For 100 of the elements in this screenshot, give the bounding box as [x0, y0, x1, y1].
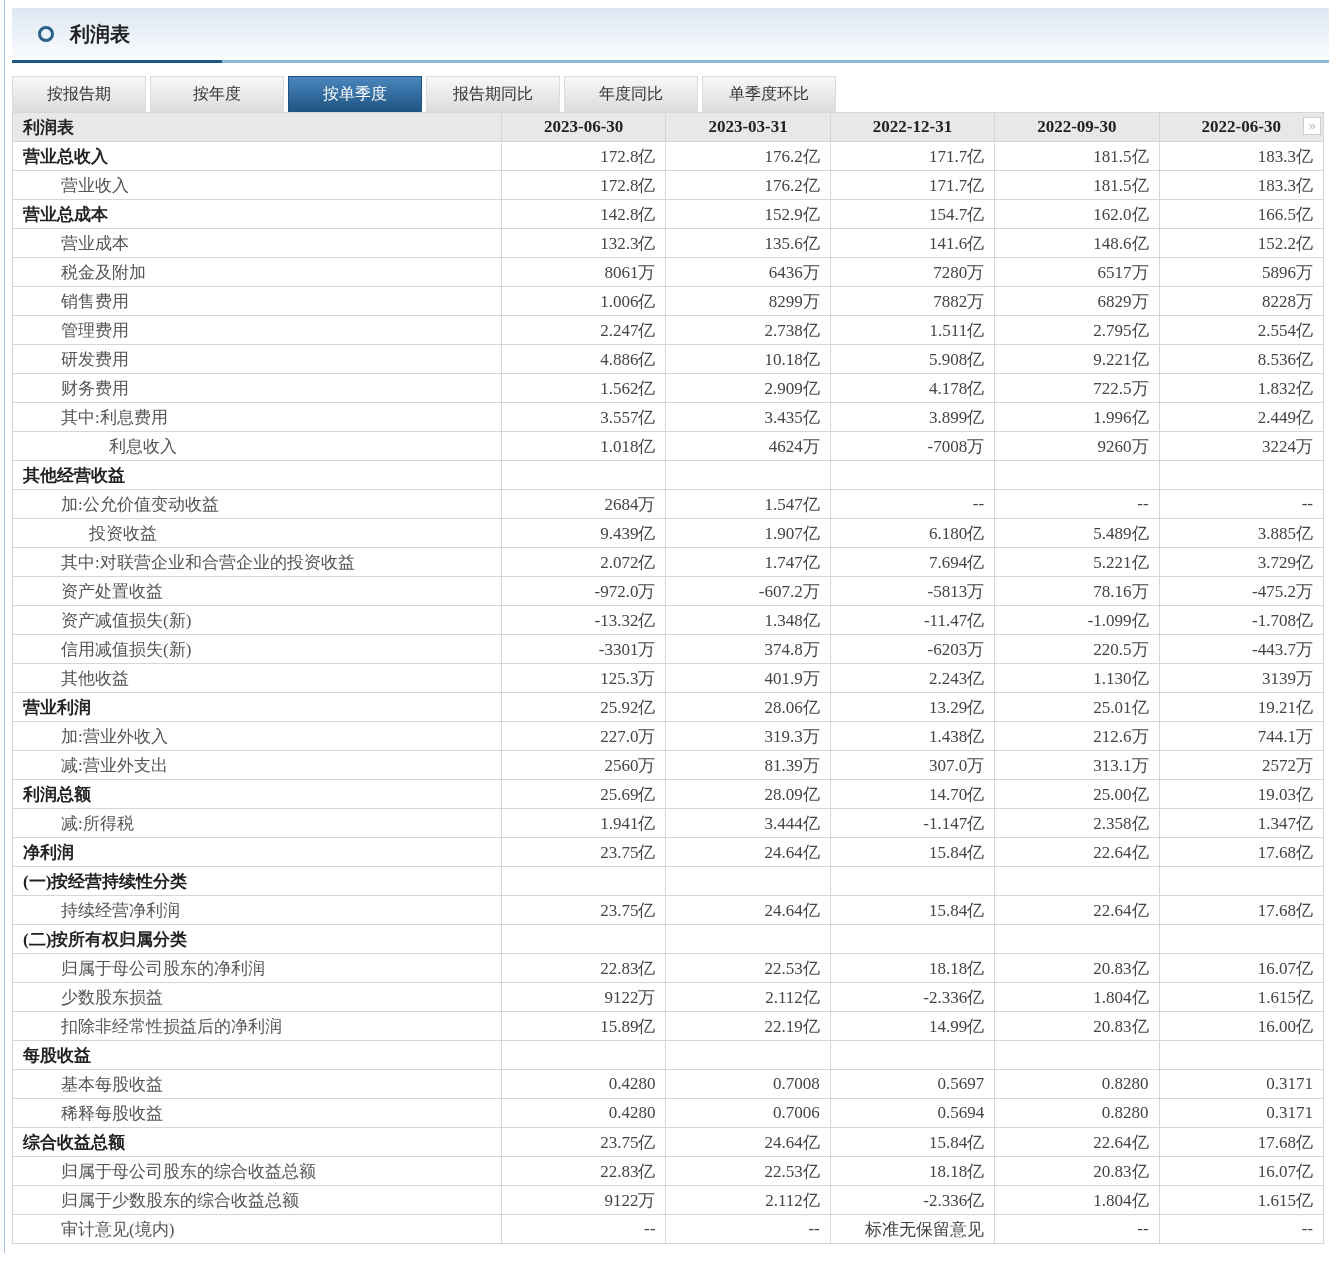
table-cell: 3.885亿 — [1159, 518, 1324, 548]
table-cell: 25.69亿 — [501, 779, 666, 809]
table-cell: 16.07亿 — [1159, 1156, 1324, 1186]
table-cell: 152.9亿 — [665, 199, 831, 229]
table-cell: 16.00亿 — [1159, 1011, 1324, 1041]
row-label: (一)按经营持续性分类 — [12, 866, 502, 896]
table-cell: 220.5万 — [994, 634, 1160, 664]
table-cell: 1.006亿 — [501, 286, 666, 316]
table-cell: 23.75亿 — [501, 895, 666, 925]
table-cell: 5.908亿 — [830, 344, 995, 374]
table-cell: -3301万 — [501, 634, 666, 664]
table-cell: 24.64亿 — [665, 895, 831, 925]
table-cell: 78.16万 — [994, 576, 1160, 606]
table-cell: 1.018亿 — [501, 431, 666, 461]
table-cell: 17.68亿 — [1159, 895, 1324, 925]
row-label: 少数股东损益 — [12, 982, 502, 1012]
table-cell: 28.06亿 — [665, 692, 831, 722]
table-cell: 20.83亿 — [994, 953, 1160, 983]
tab[interactable]: 单季度环比 — [702, 76, 836, 112]
table-cell: 14.70亿 — [830, 779, 995, 809]
table-cell: -2.336亿 — [830, 982, 995, 1012]
table-cell: 标准无保留意见 — [830, 1214, 995, 1244]
table-cell: 0.4280 — [501, 1098, 666, 1128]
table-cell: 9.221亿 — [994, 344, 1160, 374]
table-cell: -972.0万 — [501, 576, 666, 606]
table-cell: 22.53亿 — [665, 1156, 831, 1186]
row-label: 基本每股收益 — [12, 1069, 502, 1099]
table-cell: 125.3万 — [501, 663, 666, 693]
row-label: 减:营业外支出 — [12, 750, 502, 780]
table-cell: 401.9万 — [665, 663, 831, 693]
row-label: 财务费用 — [12, 373, 502, 403]
header-cell: 2023-06-30 — [501, 112, 666, 142]
table-cell: 744.1万 — [1159, 721, 1324, 751]
table-cell: 1.996亿 — [994, 402, 1160, 432]
table-cell: 25.01亿 — [994, 692, 1160, 722]
table-cell: -- — [1159, 489, 1324, 519]
table-cell: 1.562亿 — [501, 373, 666, 403]
table-cell: 5.489亿 — [994, 518, 1160, 548]
row-label: 资产处置收益 — [12, 576, 502, 606]
table-cell: 135.6亿 — [665, 228, 831, 258]
table-cell: -2.336亿 — [830, 1185, 995, 1215]
table-cell: 1.832亿 — [1159, 373, 1324, 403]
table-cell: 8.536亿 — [1159, 344, 1324, 374]
table-cell: 2.112亿 — [665, 1185, 831, 1215]
table-cell: 0.5694 — [830, 1098, 995, 1128]
table-cell: 2.449亿 — [1159, 402, 1324, 432]
table-cell: 9.439亿 — [501, 518, 666, 548]
table-cell: 8299万 — [665, 286, 831, 316]
table-cell: 2.554亿 — [1159, 315, 1324, 345]
table-cell: 148.6亿 — [994, 228, 1160, 258]
row-label: 其他经营收益 — [12, 460, 502, 490]
table-cell: 13.29亿 — [830, 692, 995, 722]
table-cell: 1.747亿 — [665, 547, 831, 577]
table-cell: 181.5亿 — [994, 141, 1160, 171]
table-cell: 6436万 — [665, 257, 831, 287]
table-cell: 22.83亿 — [501, 953, 666, 983]
table-cell: 2.909亿 — [665, 373, 831, 403]
table-cell: 1.804亿 — [994, 982, 1160, 1012]
header-cell: 2023-03-31 — [665, 112, 831, 142]
table-cell: 22.53亿 — [665, 953, 831, 983]
row-label: 审计意见(境内) — [12, 1214, 502, 1244]
row-label: 营业收入 — [12, 170, 502, 200]
header-cell: 2022-12-31 — [830, 112, 995, 142]
tab[interactable]: 按年度 — [150, 76, 284, 112]
table-cell: 2.738亿 — [665, 315, 831, 345]
tab[interactable]: 按单季度 — [288, 76, 422, 112]
circle-icon — [38, 26, 54, 42]
table-cell: -1.708亿 — [1159, 605, 1324, 635]
row-label: 销售费用 — [12, 286, 502, 316]
table-cell: 313.1万 — [994, 750, 1160, 780]
table-cell: 9122万 — [501, 982, 666, 1012]
table-cell: 171.7亿 — [830, 170, 995, 200]
tab[interactable]: 按报告期 — [12, 76, 146, 112]
table-cell: 1.615亿 — [1159, 982, 1324, 1012]
table-cell: 22.19亿 — [665, 1011, 831, 1041]
table-cell: 25.92亿 — [501, 692, 666, 722]
table-cell: 2560万 — [501, 750, 666, 780]
row-label: 加:公允价值变动收益 — [12, 489, 502, 519]
table-cell: -- — [994, 489, 1160, 519]
table-cell: 176.2亿 — [665, 170, 831, 200]
tab[interactable]: 年度同比 — [564, 76, 698, 112]
table-cell: 2684万 — [501, 489, 666, 519]
table-cell: 0.7006 — [665, 1098, 831, 1128]
table-cell: 0.7008 — [665, 1069, 831, 1099]
table-cell: -- — [501, 1214, 666, 1244]
row-label: 研发费用 — [12, 344, 502, 374]
row-label: 营业总成本 — [12, 199, 502, 229]
table-cell: 2.112亿 — [665, 982, 831, 1012]
table-cell: 3.435亿 — [665, 402, 831, 432]
table-cell: 3.729亿 — [1159, 547, 1324, 577]
table-cell: 3.557亿 — [501, 402, 666, 432]
row-label: (二)按所有权归属分类 — [12, 924, 502, 954]
row-label: 净利润 — [12, 837, 502, 867]
table-cell: 166.5亿 — [1159, 199, 1324, 229]
table-cell: 227.0万 — [501, 721, 666, 751]
table-cell: 172.8亿 — [501, 141, 666, 171]
table-cell: -11.47亿 — [830, 605, 995, 635]
table-cell: 212.6万 — [994, 721, 1160, 751]
tab[interactable]: 报告期同比 — [426, 76, 560, 112]
row-label: 税金及附加 — [12, 257, 502, 287]
